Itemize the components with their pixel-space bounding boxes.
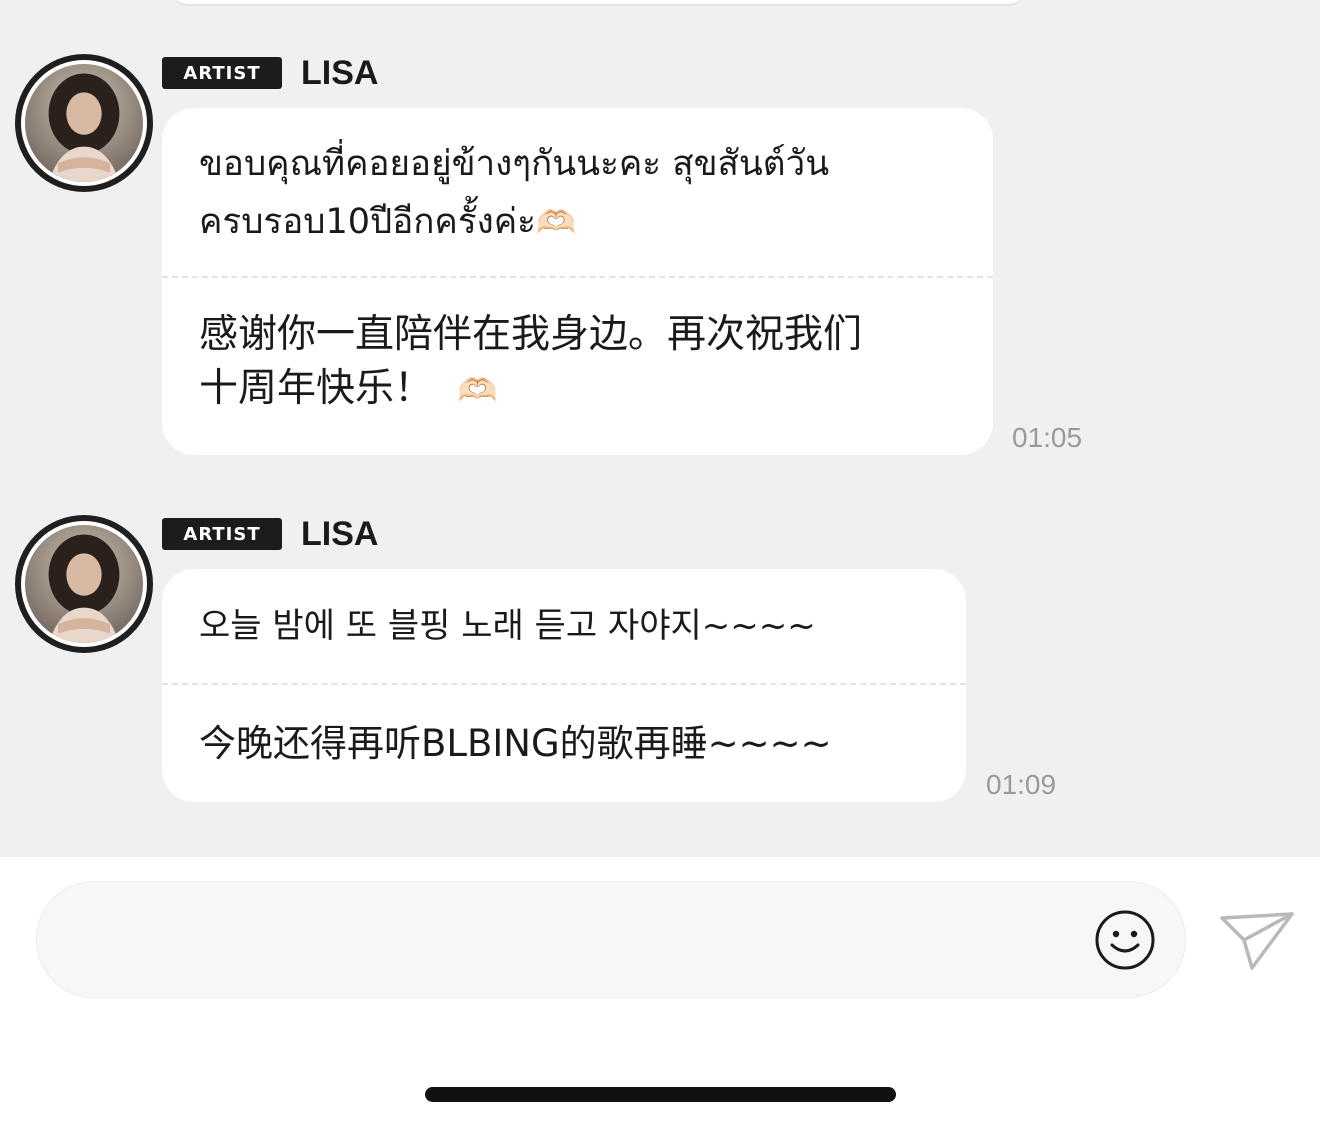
chat-area: ARTIST LISA ขอบคุณที่คอยอยู่ข้างๆกันนะคะ… <box>0 0 1320 857</box>
smiley-face-icon[interactable] <box>1094 909 1156 971</box>
message-bubble[interactable]: 오늘 밤에 또 블핑 노래 듣고 자야지~~~~ 今晚还得再听BLBING的歌再… <box>162 569 966 802</box>
artist-badge: ARTIST <box>162 57 282 89</box>
home-indicator[interactable] <box>425 1087 896 1102</box>
avatar[interactable] <box>15 54 153 192</box>
sender-name[interactable]: LISA <box>301 56 378 90</box>
paper-plane-icon[interactable] <box>1218 910 1296 972</box>
message-text-chinese: 感谢你一直陪伴在我身边。再次祝我们 十周年快乐！ 🫶🏻 <box>162 278 993 417</box>
message-line: 오늘 밤에 또 블핑 노래 듣고 자야지~~~~ <box>199 606 816 646</box>
avatar[interactable] <box>15 515 153 653</box>
avatar-photo <box>21 521 147 647</box>
avatar-portrait-icon <box>48 534 120 643</box>
artist-badge: ARTIST <box>162 518 282 550</box>
avatar-portrait-icon <box>48 73 120 182</box>
message-line: ครบรอบ10ปีอีกครั้งค่ะ <box>199 202 536 242</box>
previous-message-bubble-edge <box>170 0 1026 6</box>
timestamp: 01:05 <box>1012 422 1083 453</box>
heart-hands-icon: 🫶🏻 <box>457 371 498 409</box>
message-input-bar[interactable] <box>36 881 1186 998</box>
message-line-with-emoji: ครบรอบ10ปีอีกครั้งค่ะ🫶🏻 <box>199 193 956 251</box>
timestamp: 01:09 <box>986 769 1057 800</box>
message-input[interactable] <box>67 912 1071 970</box>
message-line: ขอบคุณที่คอยอยู่ข้างๆกันนะคะ สุขสันต์วัน <box>199 144 830 184</box>
sender-name[interactable]: LISA <box>301 517 378 551</box>
avatar-photo <box>21 60 147 186</box>
message-line-with-emoji: 十周年快乐！ 🫶🏻 <box>199 362 956 417</box>
heart-hands-icon: 🫶🏻 <box>535 203 576 241</box>
message-bubble[interactable]: ขอบคุณที่คอยอยู่ข้างๆกันนะคะ สุขสันต์วัน… <box>162 108 993 455</box>
message-text-chinese: 今晚还得再听BLBING的歌再睡~~~~ <box>162 685 966 773</box>
message-line: 十周年快乐！ <box>199 366 434 411</box>
message-text-thai: ขอบคุณที่คอยอยู่ข้างๆกันนะคะ สุขสันต์วัน… <box>162 108 993 276</box>
message-line: 今晚还得再听BLBING的歌再睡~~~~ <box>199 722 832 765</box>
message-text-korean: 오늘 밤에 또 블핑 노래 듣고 자야지~~~~ <box>162 569 966 683</box>
message-line: 感谢你一直陪伴在我身边。再次祝我们 <box>199 312 863 357</box>
